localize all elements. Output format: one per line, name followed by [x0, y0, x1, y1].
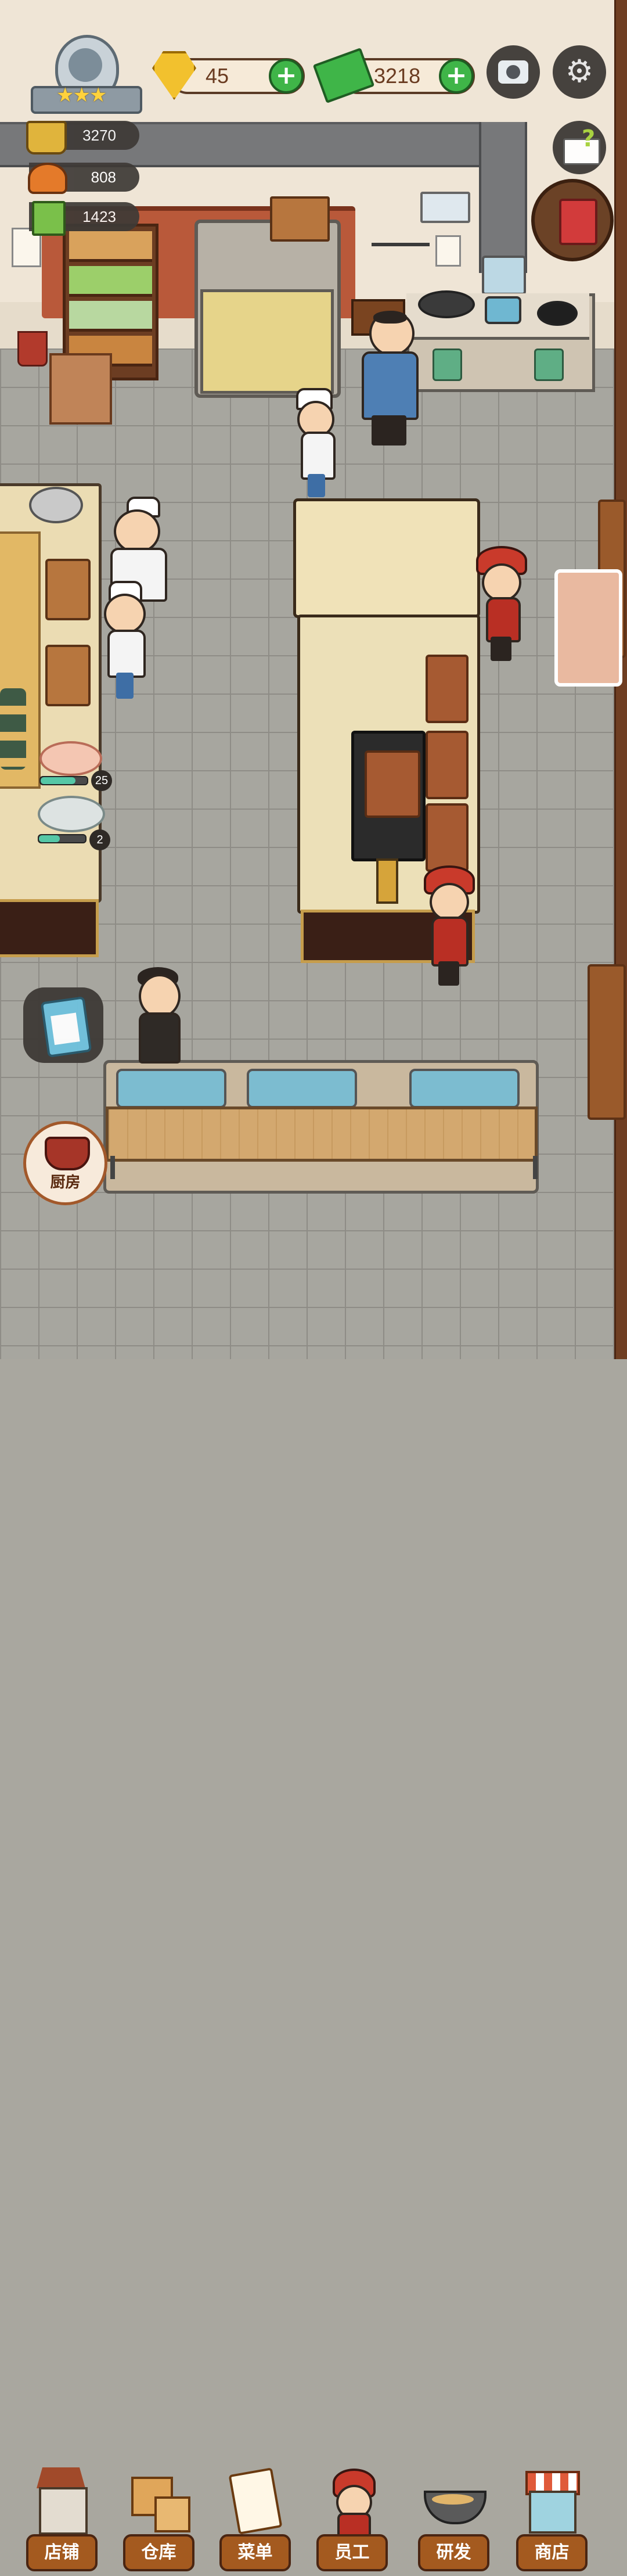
- sink-front: [106, 1106, 538, 1162]
- restaurant-rating-badge[interactable]: ★★★: [26, 35, 142, 114]
- nav-warehouse[interactable]: 仓库: [120, 2460, 196, 2576]
- recipe-book-icon: [559, 199, 597, 245]
- head-chef[interactable]: [359, 311, 423, 447]
- bottom-nav: 店铺 仓库 菜单 员工 研发 商店: [0, 1226, 627, 2571]
- serving-tray: [426, 655, 469, 723]
- sink-basin: [409, 1069, 520, 1108]
- wok: [418, 290, 475, 318]
- bucket: [17, 331, 48, 367]
- add-gems-button[interactable]: +: [269, 59, 304, 94]
- utensil-rack: [372, 243, 430, 278]
- sink-legs: [110, 1156, 538, 1179]
- nav-staff-label: 员工: [316, 2534, 388, 2571]
- nav-menu[interactable]: 菜单: [217, 2460, 292, 2576]
- staff-icon: [322, 2463, 380, 2537]
- menu-book-icon: [32, 201, 66, 236]
- nav-store[interactable]: 店铺: [23, 2460, 99, 2576]
- grill-board: [365, 750, 420, 818]
- fan-icon: [482, 256, 526, 295]
- waiter-1[interactable]: [473, 546, 528, 662]
- help-button[interactable]: ?: [553, 121, 606, 174]
- nav-store-label: 店铺: [26, 2534, 98, 2571]
- gems-value: 45: [206, 64, 229, 88]
- kitchen-button[interactable]: 厨房: [23, 1121, 107, 1205]
- rating-stars: ★★★: [56, 84, 107, 107]
- nav-shop-label: 商店: [516, 2534, 588, 2571]
- task-list-button[interactable]: [23, 987, 103, 1063]
- hotpot-icon: [26, 121, 67, 155]
- cutting-board-on-fridge: [270, 196, 330, 242]
- serving-tray: [426, 803, 469, 872]
- meat-platter-count: 25: [91, 770, 112, 791]
- chopping-board: [45, 559, 91, 620]
- waiter-2[interactable]: [421, 865, 476, 987]
- oyster-platter-count: 2: [89, 829, 110, 850]
- water-pot: [485, 296, 521, 324]
- recipe-book-button[interactable]: [531, 179, 614, 261]
- serving-dish-icon: [28, 163, 67, 194]
- door-mat: [554, 569, 622, 687]
- gear-icon: ⚙: [565, 53, 594, 89]
- dish-value: 808: [91, 168, 116, 186]
- settings-button[interactable]: ⚙: [553, 45, 606, 99]
- wall-note: [435, 235, 461, 267]
- clipboard-icon: [40, 996, 92, 1058]
- oyster-platter-progress: [38, 834, 87, 843]
- kitchen-pot-icon: [45, 1137, 90, 1170]
- line-cook-2[interactable]: [96, 581, 151, 700]
- camera-icon: [498, 60, 528, 84]
- cloche-icon: [29, 487, 83, 523]
- serving-counter-top: [293, 498, 480, 618]
- wok-icon: [424, 2463, 487, 2532]
- grill-handle: [376, 858, 398, 904]
- meat-platter-icon[interactable]: [39, 741, 102, 776]
- camera-button[interactable]: [487, 45, 540, 99]
- shop-building-icon: [32, 2463, 90, 2535]
- menu-value: 1423: [82, 208, 116, 225]
- dishwasher[interactable]: [131, 967, 186, 1064]
- nav-warehouse-label: 仓库: [123, 2534, 194, 2571]
- chopping-board: [45, 645, 91, 706]
- supply-box: [49, 353, 112, 425]
- storefront-icon: [522, 2463, 580, 2534]
- side-door-lower: [588, 964, 626, 1120]
- air-conditioner: [420, 192, 470, 223]
- kitchen-helper[interactable]: [290, 388, 345, 498]
- hotpot-value: 3270: [82, 127, 116, 144]
- gas-tank: [534, 349, 564, 381]
- nav-menu-label: 菜单: [219, 2534, 291, 2571]
- oyster-platter-icon[interactable]: [38, 796, 105, 832]
- sink-basin: [116, 1069, 226, 1108]
- nav-shop[interactable]: 商店: [513, 2460, 589, 2576]
- sink-basin: [247, 1069, 357, 1108]
- question-mark-icon: ?: [582, 125, 596, 152]
- boxes-icon: [129, 2463, 190, 2532]
- nav-staff[interactable]: 员工: [314, 2460, 389, 2576]
- refrigerator-glass: [200, 289, 334, 394]
- kitchen-button-label: 厨房: [50, 1174, 81, 1191]
- serving-tray: [426, 731, 469, 799]
- meat-platter-progress: [39, 776, 88, 785]
- prep-counter-base: [0, 899, 99, 957]
- vent-duct: [479, 122, 527, 273]
- burner: [537, 301, 578, 326]
- add-cash-button[interactable]: +: [439, 59, 474, 94]
- nav-research[interactable]: 研发: [415, 2460, 491, 2576]
- cash-value: 3218: [374, 64, 421, 88]
- plates-stack: [0, 688, 26, 770]
- clipboard-menu-icon: [225, 2463, 283, 2535]
- nav-research-label: 研发: [418, 2534, 489, 2571]
- gas-tank: [433, 349, 462, 381]
